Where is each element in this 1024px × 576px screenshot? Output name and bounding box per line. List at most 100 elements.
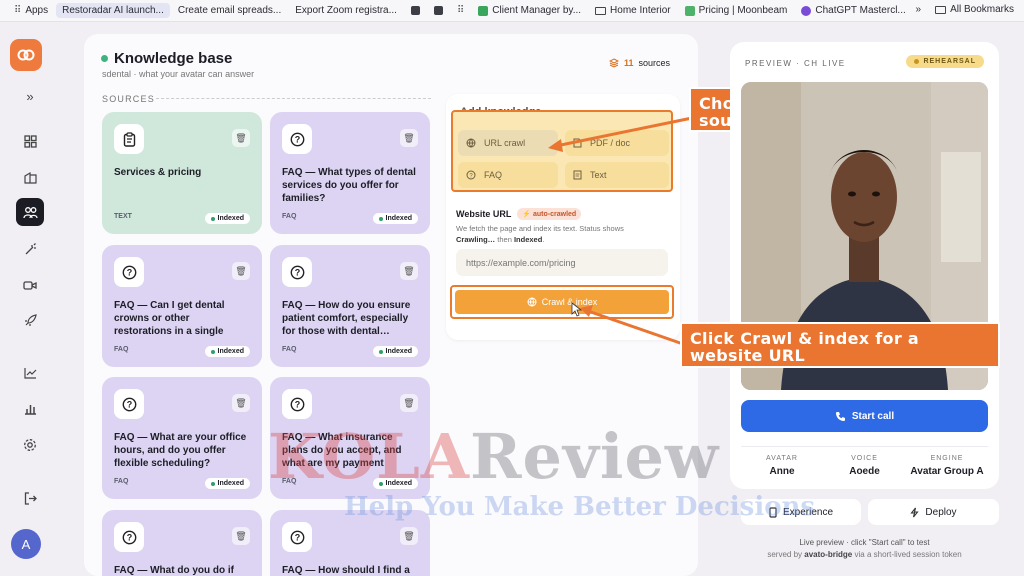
logout-icon (24, 491, 37, 505)
nav-magic[interactable] (16, 235, 44, 263)
app-logo[interactable] (10, 39, 42, 71)
bookmark-create-email[interactable]: Create email spreads... (172, 3, 287, 18)
logout-button[interactable] (16, 484, 44, 512)
question-icon: ? (282, 124, 312, 154)
delete-source-button[interactable]: 🗑 (232, 394, 250, 412)
url-help-text: We fetch the page and index its text. St… (456, 224, 624, 244)
bookmarks-overflow-button[interactable]: » (916, 4, 922, 15)
globe-icon (527, 297, 537, 307)
rocket-icon (24, 313, 37, 326)
bookmark-home-interior[interactable]: Home Interior (589, 3, 677, 18)
delete-source-button[interactable]: 🗑 (400, 262, 418, 280)
question-icon: ? (282, 389, 312, 419)
square-icon (410, 6, 420, 15)
source-card-faq-comfort[interactable]: ? 🗑 FAQ — How do you ensure patient comf… (270, 245, 430, 367)
crawl-index-button[interactable]: Crawl & index (455, 290, 669, 314)
nav-building[interactable] (16, 163, 44, 191)
meta-voice: VOICE Aoede (849, 455, 880, 477)
delete-source-button[interactable]: 🗑 (400, 129, 418, 147)
section-divider (156, 98, 431, 99)
bookmark-apps[interactable]: ⠿ Apps (8, 3, 54, 18)
dashboard-grid-icon (23, 134, 37, 148)
option-pdf-doc[interactable]: PDF / doc (565, 130, 669, 156)
website-url-input[interactable] (456, 249, 668, 276)
bookmark-pricing-moonbeam[interactable]: Pricing | Moonbeam (679, 3, 794, 18)
trash-icon: 🗑 (235, 530, 247, 541)
document-icon (573, 138, 582, 148)
delete-source-button[interactable]: 🗑 (400, 527, 418, 545)
bookmark-chatgpt[interactable]: ChatGPT Mastercl... (795, 3, 911, 18)
delete-source-button[interactable]: 🗑 (400, 394, 418, 412)
delete-source-button[interactable]: 🗑 (232, 129, 250, 147)
sources-count: 11 sources (608, 58, 670, 68)
nav-launch[interactable] (16, 306, 44, 334)
bookmark-export-zoom[interactable]: Export Zoom registra... (289, 3, 403, 18)
trash-icon: 🗑 (235, 397, 247, 408)
svg-text:?: ? (294, 399, 300, 409)
globe-icon (466, 138, 476, 148)
page-subtitle: sdental · what your avatar can answer (102, 69, 255, 79)
question-icon: ? (114, 257, 144, 287)
source-card-faq-family[interactable]: ? 🗑 FAQ — What types of dental services … (270, 112, 430, 234)
trash-icon: 🗑 (403, 397, 415, 408)
bookmark-restoradar[interactable]: Restoradar AI launch... (56, 3, 170, 18)
status-badge: Indexed (204, 478, 250, 489)
all-bookmarks-button[interactable]: All Bookmarks (935, 4, 1014, 15)
text-doc-icon (573, 170, 582, 180)
trash-icon: 🗑 (403, 132, 415, 143)
question-icon: ? (282, 522, 312, 552)
trash-icon: 🗑 (403, 265, 415, 276)
grid-icon: ⠿ (456, 5, 465, 16)
delete-source-button[interactable]: 🗑 (232, 527, 250, 545)
question-icon: ? (114, 522, 144, 552)
avatar-meta: AVATAR Anne VOICE Aoede ENGINE Avatar Group… (741, 446, 988, 477)
source-card-services-pricing[interactable]: 🗑 Services & pricing TEXT Indexed (102, 112, 262, 234)
preview-header: PREVIEW · CH LIVE (745, 59, 846, 68)
option-url-crawl[interactable]: URL crawl (458, 130, 558, 156)
rehearsal-badge: REHEARSAL (906, 55, 984, 68)
client-manager-favicon-icon (478, 5, 489, 16)
nav-people[interactable] (16, 198, 44, 226)
folder-icon (935, 5, 947, 14)
magic-wand-icon (25, 242, 36, 254)
bookmark-square-1[interactable] (405, 4, 426, 17)
nav-settings[interactable] (16, 431, 44, 459)
watermark-logo: KOLAReview (268, 420, 720, 493)
knowledge-source-options: URL crawl PDF / doc ? FAQ Text (451, 110, 673, 192)
bookmark-square-2[interactable] (428, 4, 449, 17)
trash-icon: 🗑 (403, 530, 415, 541)
website-url-label: Website URL ⚡ auto-crawled (456, 208, 582, 220)
nav-analytics[interactable] (16, 359, 44, 387)
meta-engine: ENGINE Avatar Group A (910, 455, 984, 477)
bookmark-client-manager[interactable]: Client Manager by... (472, 3, 587, 18)
expand-sidebar-button[interactable]: » (16, 82, 44, 110)
source-card-faq-hours[interactable]: ? 🗑 FAQ — What are your office hours, an… (102, 377, 262, 499)
trash-icon: 🗑 (235, 132, 247, 143)
phone-icon (835, 411, 845, 421)
user-avatar[interactable]: A (11, 529, 41, 559)
nav-dashboard[interactable] (16, 127, 44, 155)
folder-icon (595, 6, 607, 15)
delete-source-button[interactable]: 🗑 (232, 262, 250, 280)
source-card-faq-emergency[interactable]: ? 🗑 FAQ — What do you do if you (102, 510, 262, 576)
preview-panel: PREVIEW · CH LIVE REHEARSAL Start call A… (730, 42, 999, 489)
nav-reports[interactable] (16, 395, 44, 423)
question-icon: ? (466, 170, 476, 180)
option-text[interactable]: Text (565, 162, 669, 188)
status-badge: Indexed (372, 213, 418, 224)
svg-text:?: ? (294, 267, 300, 277)
page-title: Knowledge base (101, 50, 232, 67)
question-icon: ? (114, 389, 144, 419)
svg-text:?: ? (294, 532, 300, 542)
building-icon (23, 171, 37, 184)
option-faq[interactable]: ? FAQ (458, 162, 558, 188)
logo-icon (17, 49, 35, 61)
chevron-double-right-icon: » (26, 88, 34, 104)
bookmark-grid[interactable]: ⠿ (451, 4, 470, 17)
start-call-button[interactable]: Start call (741, 400, 988, 432)
svg-text:?: ? (294, 134, 300, 144)
deploy-button[interactable]: Deploy (868, 499, 999, 525)
nav-video[interactable] (16, 271, 44, 299)
status-badge: Indexed (204, 213, 250, 224)
source-card-faq-crowns[interactable]: ? 🗑 FAQ — Can I get dental crowns or oth… (102, 245, 262, 367)
